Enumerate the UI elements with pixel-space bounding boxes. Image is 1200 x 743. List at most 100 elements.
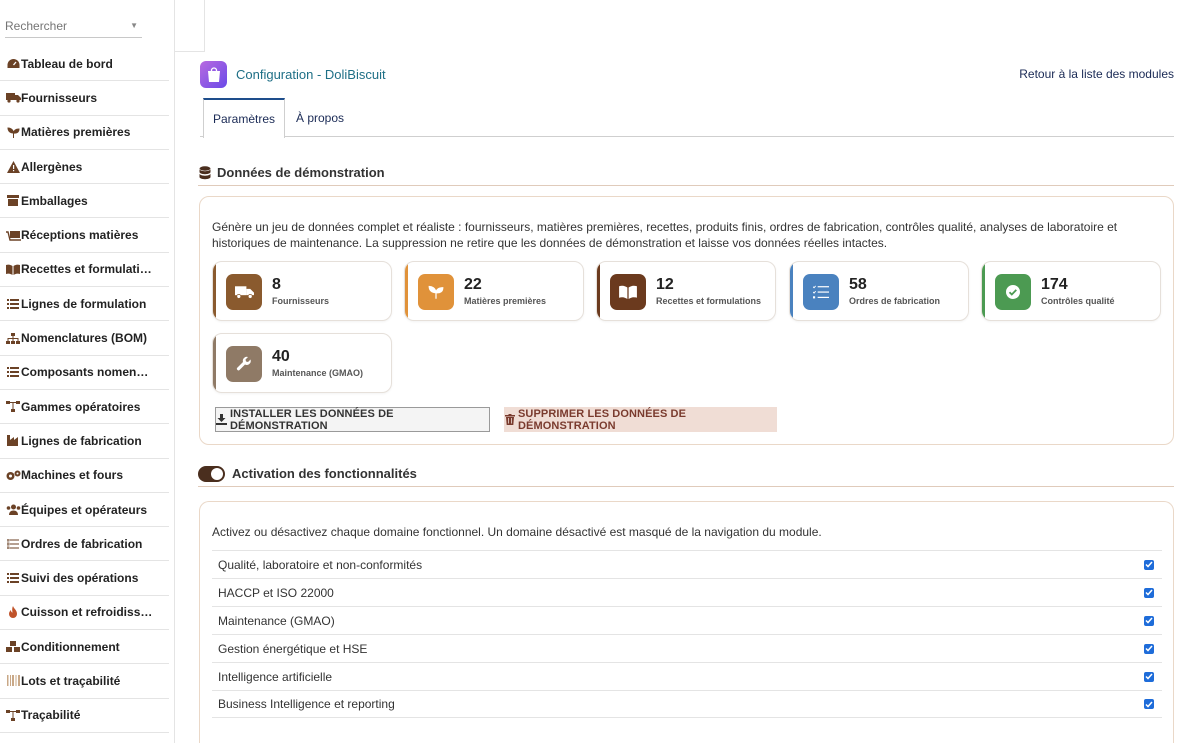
seedling-icon	[5, 125, 21, 139]
feature-label: Business Intelligence et reporting	[218, 697, 395, 711]
features-list: Qualité, laboratoire et non-conformités …	[212, 550, 1162, 718]
dolly-icon	[5, 228, 21, 242]
sidebar-item-ordres-de-fabrication[interactable]: Ordres de fabrication	[0, 527, 169, 562]
sidebar-item-tracabilite[interactable]: Traçabilité	[0, 699, 169, 733]
sidebar-item-fournisseurs[interactable]: Fournisseurs	[0, 81, 169, 116]
sidebar-item-label: Cuisson et refroidiss…	[21, 605, 153, 620]
truck-icon	[226, 274, 262, 310]
stat-label: Maintenance (GMAO)	[272, 368, 364, 378]
tasks-icon	[5, 537, 21, 551]
sitemap-icon	[5, 331, 21, 345]
sidebar-item-equipes[interactable]: Équipes et opérateurs	[0, 493, 169, 528]
dashboard-icon	[5, 57, 21, 71]
feature-label: Maintenance (GMAO)	[218, 613, 335, 628]
search-box[interactable]: ▼	[5, 16, 142, 38]
list-icon	[5, 297, 21, 311]
stat-card-fournisseurs: 8 Fournisseurs	[212, 261, 392, 321]
seedling-icon	[418, 274, 454, 310]
sidebar-item-label: Recettes et formulati…	[21, 262, 152, 277]
stat-value: 22	[464, 276, 482, 293]
sidebar-item-lignes-de-fabrication[interactable]: Lignes de fabrication	[0, 424, 169, 459]
stat-value: 12	[656, 276, 674, 293]
sidebar-item-allergenes[interactable]: Allergènes	[0, 150, 169, 185]
flow-icon	[5, 708, 21, 722]
box-icon	[5, 194, 21, 208]
sidebar-item-label: Nomenclatures (BOM)	[21, 331, 148, 346]
database-icon	[199, 165, 211, 180]
top-strip	[175, 0, 205, 52]
sidebar-item-matieres-premieres[interactable]: Matières premières	[0, 116, 169, 150]
sidebar-item-lignes-de-formulation[interactable]: Lignes de formulation	[0, 287, 169, 322]
sidebar-item-label: Ordres de fabrication	[21, 536, 143, 551]
feature-checkbox[interactable]	[1144, 699, 1154, 709]
stat-card-matieres: 22 Matières premières	[404, 261, 584, 321]
feature-label: HACCP et ISO 22000	[218, 585, 334, 600]
tasks-icon	[803, 274, 839, 310]
section-heading: Données de démonstration	[217, 165, 385, 180]
demo-section-title: Données de démonstration	[198, 160, 1174, 186]
page-title: Configuration - DoliBiscuit	[236, 67, 386, 82]
sidebar-item-cuisson[interactable]: Cuisson et refroidiss…	[0, 596, 169, 631]
book-icon	[5, 262, 21, 276]
feature-row-energie: Gestion énergétique et HSE	[212, 634, 1162, 662]
feature-checkbox[interactable]	[1144, 615, 1154, 626]
sidebar-item-label: Machines et fours	[21, 468, 124, 483]
feature-checkbox[interactable]	[1144, 559, 1154, 570]
feature-label: Gestion énergétique et HSE	[218, 641, 368, 656]
features-panel: Activez ou désactivez chaque domaine fon…	[199, 501, 1174, 743]
sidebar-item-lots[interactable]: Lots et traçabilité	[0, 664, 169, 699]
demo-description: Génère un jeu de données complet et réal…	[212, 220, 1118, 250]
sidebar: ▼ Tableau de bord Fournisseurs Matières …	[0, 0, 175, 743]
sidebar-item-label: Matières premières	[21, 125, 131, 140]
tab-bar: Paramètres À propos	[200, 98, 1174, 138]
sidebar-item-conditionnement[interactable]: Conditionnement	[0, 630, 169, 665]
back-to-modules-link[interactable]: Retour à la liste des modules	[1019, 67, 1174, 81]
stat-card-recettes: 12 Recettes et formulations	[596, 261, 776, 321]
feature-row-ia: Intelligence artificielle	[212, 662, 1162, 690]
chevron-down-icon[interactable]: ▼	[130, 21, 138, 30]
stat-card-ordres: 58 Ordres de fabrication	[789, 261, 969, 321]
sidebar-item-emballages[interactable]: Emballages	[0, 184, 169, 219]
sidebar-item-label: Réceptions matières	[21, 228, 139, 243]
sidebar-item-label: Conditionnement	[21, 639, 120, 654]
search-input[interactable]	[5, 16, 125, 36]
sidebar-item-label: Fournisseurs	[21, 90, 98, 105]
feature-checkbox[interactable]	[1144, 643, 1154, 654]
tab-a-propos[interactable]: À propos	[285, 98, 355, 137]
features-section-title: Activation des fonctionnalités	[198, 461, 1174, 487]
page-header: Configuration - DoliBiscuit Retour à la …	[200, 60, 1174, 90]
sidebar-item-composants[interactable]: Composants nomen…	[0, 356, 169, 390]
delete-demo-button[interactable]: SUPPRIMER LES DONNÉES DE DÉMONSTRATION	[504, 407, 777, 432]
sidebar-item-suivi-des-operations[interactable]: Suivi des opérations	[0, 561, 169, 596]
sidebar-item-receptions-matieres[interactable]: Réceptions matières	[0, 218, 169, 253]
industry-icon	[5, 434, 21, 448]
feature-row-maintenance: Maintenance (GMAO)	[212, 606, 1162, 634]
sidebar-item-tableau-de-bord[interactable]: Tableau de bord	[0, 47, 169, 82]
stat-label: Ordres de fabrication	[849, 296, 941, 306]
toggle-icon	[198, 465, 225, 482]
delete-demo-label: SUPPRIMER LES DONNÉES DE DÉMONSTRATION	[518, 407, 687, 432]
install-demo-button[interactable]: INSTALLER LES DONNÉES DE DÉMONSTRATION	[215, 407, 490, 432]
stat-card-maintenance: 40 Maintenance (GMAO)	[212, 333, 392, 393]
feature-row-haccp: HACCP et ISO 22000	[212, 578, 1162, 606]
trash-icon	[505, 414, 515, 425]
feature-checkbox[interactable]	[1144, 671, 1154, 682]
install-demo-label: INSTALLER LES DONNÉES DE DÉMONSTRATION	[230, 407, 394, 432]
cogs-icon	[5, 468, 21, 482]
tab-parametres[interactable]: Paramètres	[203, 98, 285, 138]
feature-checkbox[interactable]	[1144, 587, 1154, 598]
sidebar-item-label: Composants nomen…	[21, 365, 149, 380]
boxes-icon	[5, 640, 21, 654]
download-icon	[216, 414, 227, 425]
users-icon	[5, 503, 21, 517]
sidebar-item-machines-et-fours[interactable]: Machines et fours	[0, 459, 169, 493]
sidebar-item-gammes-operatoires[interactable]: Gammes opératoires	[0, 390, 169, 425]
stat-value: 58	[849, 276, 867, 293]
sidebar-menu: Tableau de bord Fournisseurs Matières pr…	[0, 47, 169, 733]
feature-row-qualite: Qualité, laboratoire et non-conformités	[212, 550, 1162, 578]
truck-icon	[5, 91, 21, 105]
sidebar-item-nomenclatures[interactable]: Nomenclatures (BOM)	[0, 321, 169, 356]
feature-label: Qualité, laboratoire et non-conformités	[218, 557, 423, 572]
sidebar-item-recettes[interactable]: Recettes et formulati…	[0, 253, 169, 288]
stat-card-controles: 174 Contrôles qualité	[981, 261, 1161, 321]
